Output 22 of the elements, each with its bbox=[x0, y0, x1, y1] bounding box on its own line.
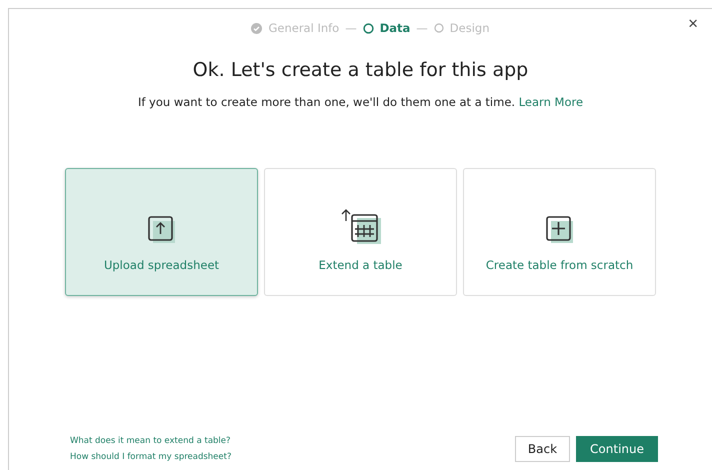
step-label: Data bbox=[380, 21, 410, 35]
step-separator: — bbox=[416, 21, 428, 35]
circle-icon bbox=[434, 23, 444, 33]
subtitle-text: If you want to create more than one, we'll do them one at a time. Learn More bbox=[136, 95, 584, 109]
step-separator: — bbox=[345, 21, 357, 35]
step-label: General Info bbox=[268, 21, 340, 35]
upload-icon bbox=[148, 216, 176, 244]
close-button[interactable]: × bbox=[688, 15, 698, 32]
learn-more-link[interactable]: Learn More bbox=[518, 95, 584, 109]
step-label: Design bbox=[450, 21, 490, 35]
dialog-title: Ok. Let's create a table for this app bbox=[192, 59, 530, 81]
back-button[interactable]: Back bbox=[514, 436, 570, 462]
circle-icon bbox=[362, 22, 374, 34]
table-grid-icon bbox=[340, 208, 382, 244]
option-card[interactable]: Upload spreadsheet bbox=[65, 168, 258, 296]
option-card[interactable]: Extend a table bbox=[264, 168, 457, 296]
continue-button[interactable]: Continue bbox=[576, 436, 658, 462]
option-card[interactable]: Create table from scratch bbox=[463, 168, 656, 296]
check-circle-icon bbox=[251, 22, 262, 34]
help-link[interactable]: What does it mean to extend a table? bbox=[70, 436, 232, 446]
help-link[interactable]: How should I format my spreadsheet? bbox=[70, 452, 232, 462]
plus-box-icon bbox=[546, 216, 574, 244]
